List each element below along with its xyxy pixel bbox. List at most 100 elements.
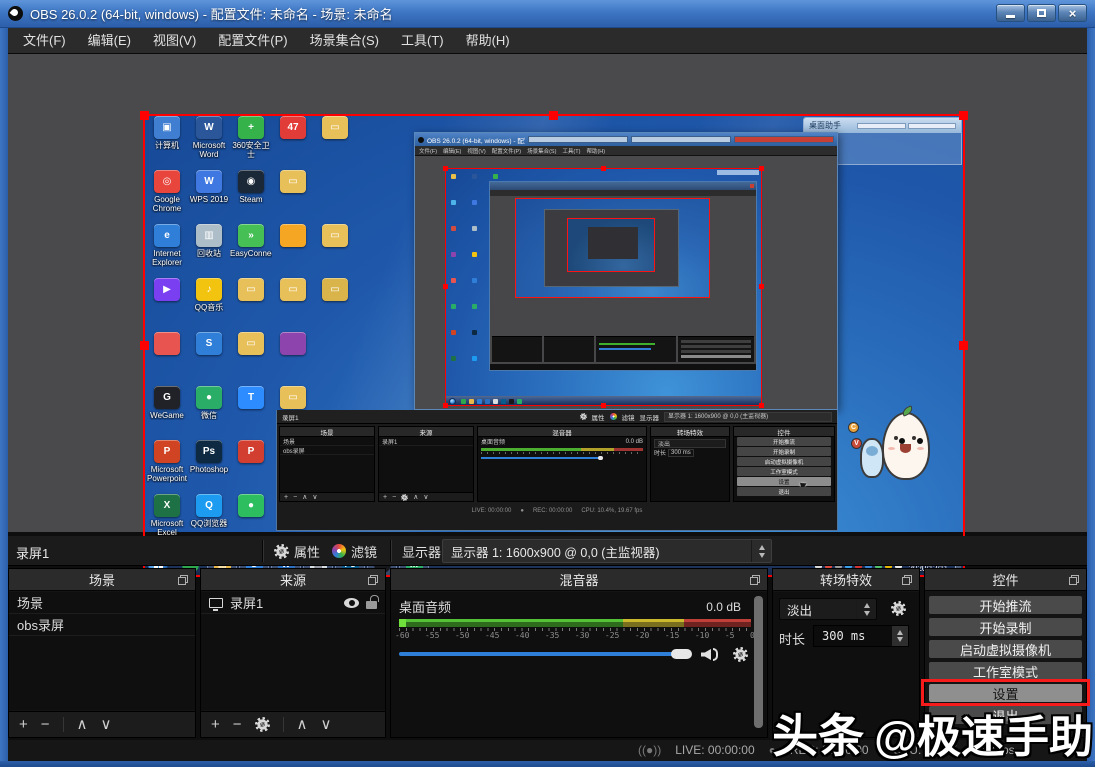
statusbar: ((●)) LIVE: 00:00:00 ● REC: 00:00:00 CPU… xyxy=(8,740,1087,761)
desktop-icon-image: ▭ xyxy=(280,386,306,409)
exit-button[interactable]: 退出 xyxy=(929,706,1082,724)
transitions-title: 转场特效 xyxy=(819,573,872,588)
start-virtual-camera-button[interactable]: 启动虚拟摄像机 xyxy=(929,640,1082,658)
duration-spinner-icon[interactable] xyxy=(892,626,908,646)
desktop-icon[interactable]: W Microsoft Word xyxy=(188,116,230,168)
menu-profile[interactable]: 配置文件(P) xyxy=(207,28,298,54)
close-button[interactable]: × xyxy=(1058,4,1087,22)
desktop-icon[interactable] xyxy=(272,224,314,276)
desktop-icon[interactable]: ▭ xyxy=(314,278,356,330)
desktop-icon-image: X xyxy=(154,494,180,517)
source-properties-gear-icon[interactable] xyxy=(254,717,270,732)
desktop-icon[interactable]: ▥ 回收站 xyxy=(188,224,230,276)
desktop-icon[interactable] xyxy=(272,332,314,384)
desktop-icon-image: ▭ xyxy=(280,170,306,193)
menu-scene-collection[interactable]: 场景集合(S) xyxy=(299,28,390,54)
menu-view[interactable]: 视图(V) xyxy=(142,28,207,54)
mixer-panel: 混音器 桌面音频 0.0 dB -60 -55 -50 -45 -40 -35 -30… xyxy=(390,568,768,738)
desktop-icon[interactable]: Ps Photoshop xyxy=(188,440,230,492)
speaker-icon[interactable] xyxy=(701,648,718,661)
desktop-icon-image: e xyxy=(154,224,180,247)
remove-source-button[interactable]: − xyxy=(233,717,242,732)
popout-icon[interactable] xyxy=(750,575,760,585)
desktop-icon-image: ● xyxy=(238,494,264,517)
desktop-icon[interactable]: ▭ xyxy=(272,278,314,330)
settings-button[interactable]: 设置 xyxy=(929,684,1082,702)
transition-gear-icon[interactable] xyxy=(891,601,906,616)
maximize-button[interactable] xyxy=(1027,4,1056,22)
rec-time: REC: 00:00:00 xyxy=(789,743,869,757)
window-frame-left xyxy=(0,28,8,761)
desktop-icon[interactable]: ▶ xyxy=(146,278,188,330)
desktop-icon[interactable]: ◉ Steam xyxy=(230,170,272,222)
desktop-icon[interactable]: S xyxy=(188,332,230,384)
controls-title: 控件 xyxy=(992,573,1019,588)
volume-slider-track[interactable] xyxy=(399,652,682,656)
desktop-icon[interactable]: ▭ xyxy=(272,170,314,222)
desktop-icon[interactable]: ● 微信 xyxy=(188,386,230,438)
popout-icon[interactable] xyxy=(1069,575,1079,585)
mixer-gear-icon[interactable] xyxy=(733,647,748,662)
desktop-icon[interactable]: P xyxy=(230,440,272,492)
combo-spinner-icon[interactable] xyxy=(751,540,771,562)
desktop-icon[interactable]: 47 xyxy=(272,116,314,168)
desktop-icon-image: P xyxy=(154,440,180,463)
menu-file[interactable]: 文件(F) xyxy=(12,28,77,54)
desktop-icon[interactable]: G WeGame xyxy=(146,386,188,438)
desktop-icon[interactable] xyxy=(146,332,188,384)
menu-edit[interactable]: 编辑(E) xyxy=(77,28,142,54)
desktop-icon[interactable]: W WPS 2019 xyxy=(188,170,230,222)
minimize-button[interactable] xyxy=(996,4,1025,22)
desktop-icon[interactable]: ▭ xyxy=(314,116,356,168)
obs-logo-icon xyxy=(8,6,23,21)
move-scene-up-button[interactable]: ∧ xyxy=(77,717,88,732)
mixer-scrollbar[interactable] xyxy=(754,596,763,728)
move-source-down-button[interactable]: ∨ xyxy=(321,717,332,732)
desktop-icon-image: ◉ xyxy=(238,170,264,193)
mixer-title: 混音器 xyxy=(559,573,599,588)
window-frame-bottom xyxy=(0,761,1095,767)
transition-select[interactable]: 淡出 xyxy=(779,598,877,620)
desktop-icon[interactable]: ◎ Google Chrome xyxy=(146,170,188,222)
start-streaming-button[interactable]: 开始推流 xyxy=(929,596,1082,614)
properties-button[interactable]: 属性 xyxy=(274,541,320,561)
desktop-icon[interactable]: ▣ 计算机 xyxy=(146,116,188,168)
studio-mode-button[interactable]: 工作室模式 xyxy=(929,662,1082,680)
start-recording-button[interactable]: 开始录制 xyxy=(929,618,1082,636)
popout-icon[interactable] xyxy=(178,575,188,585)
desktop-icon[interactable]: ♪ QQ音乐 xyxy=(188,278,230,330)
visibility-eye-icon[interactable] xyxy=(344,597,359,608)
scene-list-item[interactable]: obs录屏 xyxy=(9,614,195,636)
popout-icon[interactable] xyxy=(368,575,378,585)
rec-dot-icon: ● xyxy=(768,743,776,757)
volume-slider-handle[interactable] xyxy=(671,649,692,659)
move-scene-down-button[interactable]: ∨ xyxy=(101,717,112,732)
popout-icon[interactable] xyxy=(902,575,912,585)
desktop-icon[interactable]: +360安全卫士 xyxy=(230,116,272,168)
add-source-button[interactable]: + xyxy=(211,717,220,732)
duration-input[interactable]: 300 ms xyxy=(813,625,909,647)
obs-main-window: OBS 26.0.2 (64-bit, windows) - 配置文件: 未命名… xyxy=(0,0,1095,767)
source-list-item[interactable]: 录屏1 xyxy=(201,592,385,614)
nested-sources-panel: 来源 录屏1 + − ∧ ∨ xyxy=(378,426,474,502)
remove-scene-button[interactable]: − xyxy=(41,717,50,732)
move-source-up-button[interactable]: ∧ xyxy=(297,717,308,732)
nested-docks-level-4 xyxy=(492,336,754,362)
desktop-icon[interactable]: T xyxy=(230,386,272,438)
scene-list-item[interactable]: 场景 xyxy=(9,592,195,614)
desktop-icon[interactable]: P Microsoft Powerpoint xyxy=(146,440,188,492)
desktop-icon[interactable]: ▭ xyxy=(230,332,272,384)
display-select[interactable]: 显示器 1: 1600x900 @ 0,0 (主监视器) xyxy=(442,539,772,563)
desktop-icon[interactable]: ▭ xyxy=(314,224,356,276)
desktop-icon[interactable]: ▭ xyxy=(230,278,272,330)
menu-help[interactable]: 帮助(H) xyxy=(455,28,521,54)
transitions-panel: 转场特效 淡出 时长 300 ms xyxy=(772,568,920,738)
unlock-icon[interactable] xyxy=(366,595,379,609)
menu-tools[interactable]: 工具(T) xyxy=(390,28,455,54)
add-scene-button[interactable]: + xyxy=(19,717,28,732)
preview-area[interactable]: ▣ 计算机 ◎ Google Chrome e Internet Explorer ▶… xyxy=(8,54,1087,580)
filters-button[interactable]: 滤镜 xyxy=(332,541,377,561)
desktop-icon[interactable]: e Internet Explorer xyxy=(146,224,188,276)
desktop-icon[interactable]: »EasyConnect xyxy=(230,224,272,276)
nested-max-icon xyxy=(631,136,731,143)
